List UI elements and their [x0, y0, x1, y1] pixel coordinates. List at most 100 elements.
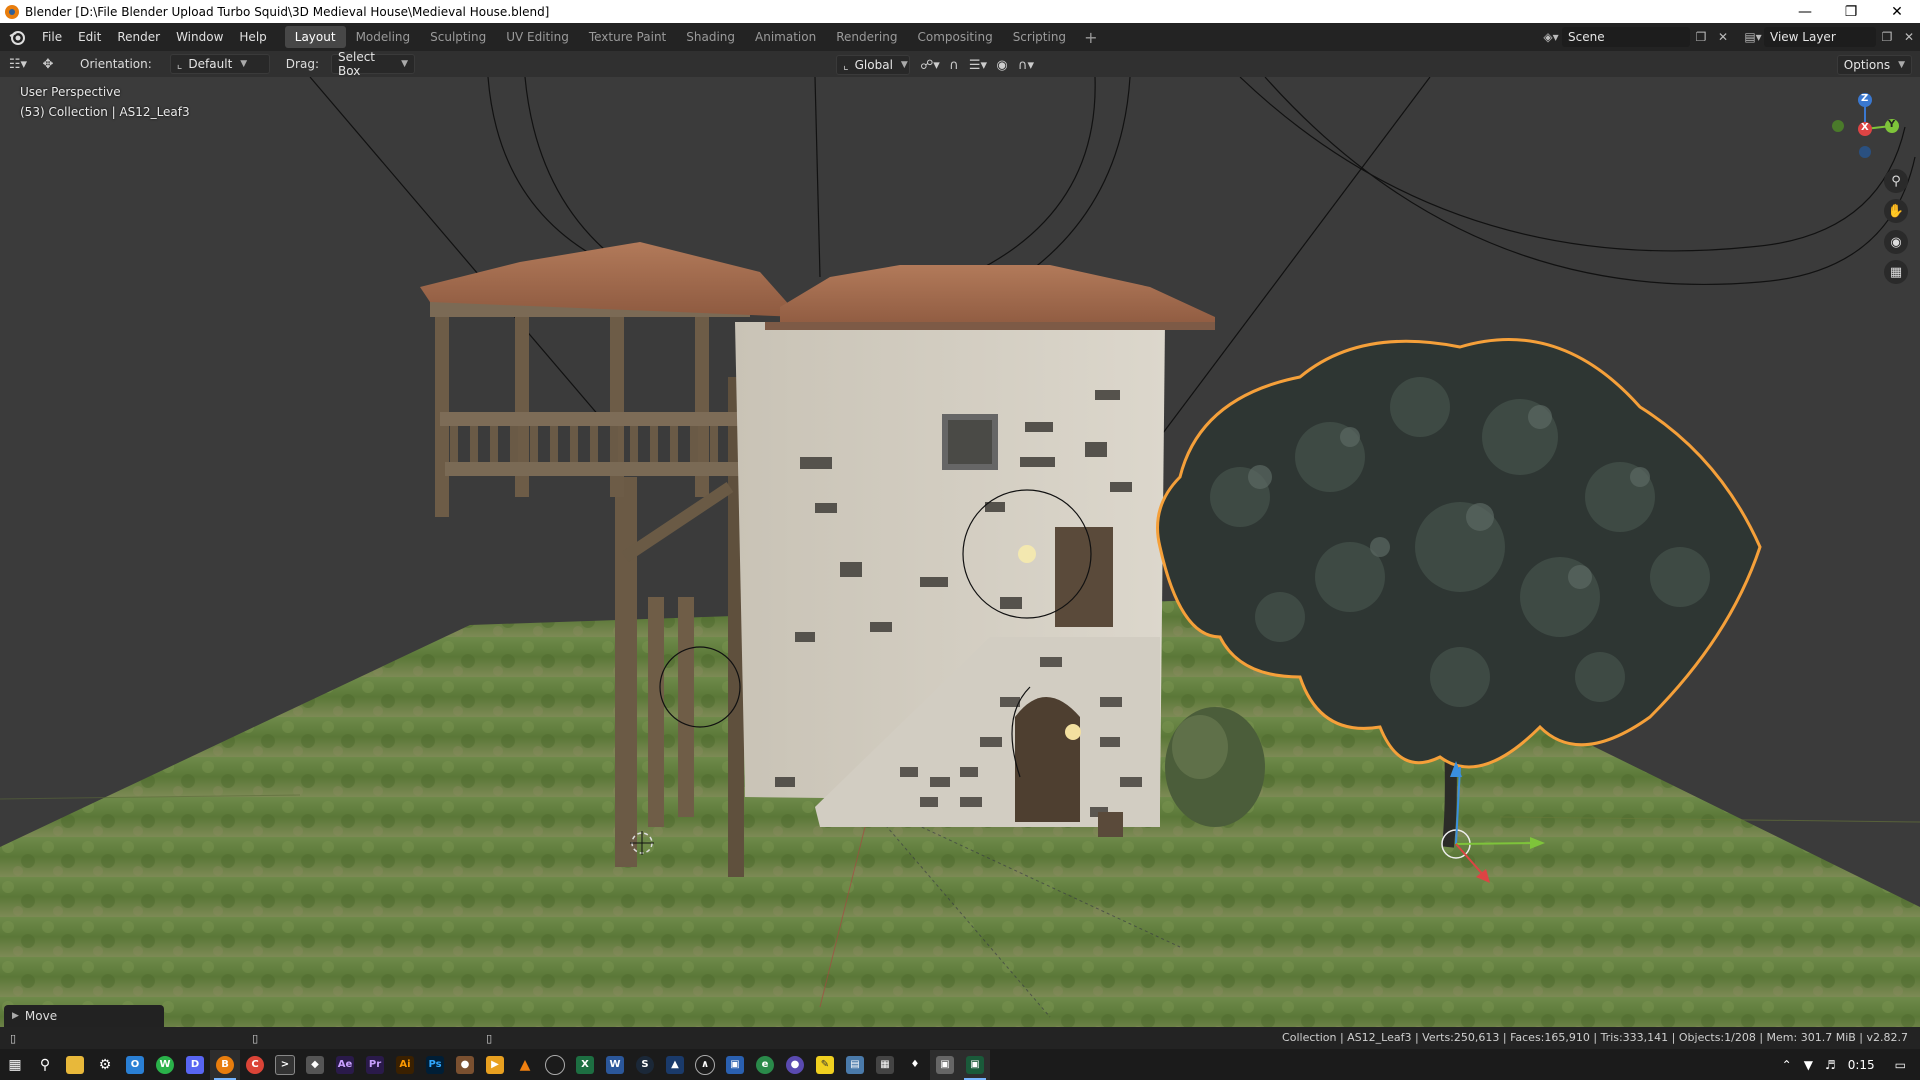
scene-render: [0, 77, 1920, 1027]
blender-logo-icon[interactable]: [8, 28, 26, 46]
chevron-down-icon: ▼: [401, 59, 408, 69]
delete-scene-icon[interactable]: ✕: [1712, 27, 1734, 47]
app-icon[interactable]: ▣: [960, 1049, 990, 1080]
app-icon[interactable]: e: [750, 1050, 780, 1080]
orientation-axis-icon: ⌞: [176, 57, 183, 71]
settings-icon[interactable]: ⚙: [90, 1050, 120, 1080]
blender-taskbar-icon[interactable]: B: [210, 1049, 240, 1080]
viewport-collection-label: (53) Collection | AS12_Leaf3: [20, 105, 190, 119]
premiere-icon[interactable]: Pr: [360, 1050, 390, 1080]
restore-icon[interactable]: ❐: [1828, 0, 1874, 23]
terminal-icon[interactable]: >: [270, 1050, 300, 1080]
scene-type-icon[interactable]: ◈▾: [1540, 27, 1562, 47]
app-icon[interactable]: ▲: [660, 1050, 690, 1080]
navigation-gizmo[interactable]: Z Y X: [1830, 85, 1900, 165]
new-scene-icon[interactable]: ❐: [1690, 27, 1712, 47]
app-icon[interactable]: ♦: [900, 1050, 930, 1080]
menu-file[interactable]: File: [34, 23, 70, 51]
tab-modeling[interactable]: Modeling: [346, 26, 421, 48]
close-icon[interactable]: ✕: [1874, 0, 1920, 23]
camera-icon[interactable]: ◉: [1884, 230, 1908, 254]
app-icon[interactable]: [540, 1050, 570, 1080]
proportional-edit-icon[interactable]: ◉: [990, 56, 1014, 74]
start-icon[interactable]: ▦: [0, 1050, 30, 1080]
tab-compositing[interactable]: Compositing: [907, 26, 1002, 48]
delete-view-layer-icon[interactable]: ✕: [1898, 27, 1920, 47]
search-icon[interactable]: ⚲: [30, 1050, 60, 1080]
app-icon[interactable]: ●: [780, 1050, 810, 1080]
menu-window[interactable]: Window: [168, 23, 231, 51]
editor-type-icon[interactable]: ☷▾: [6, 55, 30, 73]
menu-help[interactable]: Help: [231, 23, 274, 51]
orientation-label: Orientation:: [80, 57, 152, 71]
chrome-icon[interactable]: C: [240, 1050, 270, 1080]
snap-element-icon[interactable]: ☰▾: [966, 56, 990, 74]
whatsapp-icon[interactable]: W: [150, 1050, 180, 1080]
scene-statistics: Collection | AS12_Leaf3 | Verts:250,613 …: [1282, 1031, 1908, 1044]
steam-icon[interactable]: S: [630, 1050, 660, 1080]
last-operator-panel[interactable]: ▶ Move: [4, 1005, 164, 1027]
global-axis-icon: ⌞: [843, 58, 849, 72]
word-icon[interactable]: W: [600, 1050, 630, 1080]
tab-shading[interactable]: Shading: [676, 26, 745, 48]
volume-icon[interactable]: ♬: [1819, 1058, 1842, 1072]
tray-expand-icon[interactable]: ⌃: [1776, 1058, 1798, 1072]
illustrator-icon[interactable]: Ai: [390, 1050, 420, 1080]
falloff-curve-icon[interactable]: ∩▾: [1014, 56, 1038, 74]
tab-animation[interactable]: Animation: [745, 26, 826, 48]
outlook-icon[interactable]: O: [120, 1050, 150, 1080]
snap-magnet-icon[interactable]: ∩: [942, 56, 966, 74]
tab-rendering[interactable]: Rendering: [826, 26, 907, 48]
excel-icon[interactable]: X: [570, 1050, 600, 1080]
options-dropdown[interactable]: Options ▼: [1836, 55, 1912, 75]
minimize-icon[interactable]: —: [1782, 0, 1828, 23]
orientation-dropdown[interactable]: ⌞ Default ▼: [169, 54, 270, 74]
network-icon[interactable]: ▼: [1798, 1058, 1819, 1072]
app-icon[interactable]: ●: [450, 1050, 480, 1080]
app-icon[interactable]: ∧: [690, 1050, 720, 1080]
options-label: Options: [1843, 58, 1891, 72]
scene-name-field[interactable]: Scene: [1562, 27, 1690, 47]
3d-viewport[interactable]: User Perspective (53) Collection | AS12_…: [0, 77, 1920, 1027]
vlc-icon[interactable]: ▲: [510, 1050, 540, 1080]
menu-render[interactable]: Render: [109, 23, 168, 51]
title-bar: Blender [D:\File Blender Upload Turbo Sq…: [0, 0, 1920, 23]
after-effects-icon[interactable]: Ae: [330, 1050, 360, 1080]
window-controls: — ❐ ✕: [1782, 0, 1920, 23]
tab-scripting[interactable]: Scripting: [1003, 26, 1076, 48]
chevron-right-icon: ▶: [12, 1011, 19, 1021]
viewport-header: ☷▾ ✥ Orientation: ⌞ Default ▼ Drag: Sele…: [0, 50, 1920, 78]
discord-icon[interactable]: D: [180, 1050, 210, 1080]
photoshop-icon[interactable]: Ps: [420, 1050, 450, 1080]
transform-orientation-dropdown[interactable]: ⌞ Global ▼: [836, 55, 910, 75]
tab-layout[interactable]: Layout: [284, 26, 346, 48]
mouse-right-icon: ▯: [486, 1031, 493, 1045]
view-layer-field[interactable]: View Layer: [1764, 27, 1876, 47]
move-tool-icon[interactable]: ✥: [36, 55, 60, 73]
calculator-icon[interactable]: ▦: [870, 1050, 900, 1080]
tab-sculpting[interactable]: Sculpting: [420, 26, 496, 48]
transform-controls: ⌞ Global ▼ ☍▾ ∩ ☰▾ ◉ ∩▾: [836, 55, 1038, 75]
perspective-grid-icon[interactable]: ▦: [1884, 260, 1908, 284]
tab-texture-paint[interactable]: Texture Paint: [579, 26, 676, 48]
tab-uv-editing[interactable]: UV Editing: [496, 26, 579, 48]
sticky-notes-icon[interactable]: ✎: [810, 1050, 840, 1080]
app-icon[interactable]: ▣: [720, 1050, 750, 1080]
pan-hand-icon[interactable]: ✋: [1884, 199, 1908, 223]
app-icon[interactable]: ◆: [300, 1050, 330, 1080]
pivot-point-icon[interactable]: ☍▾: [918, 56, 942, 74]
view-layer-icon[interactable]: ▤▾: [1742, 27, 1764, 47]
viewport-perspective-label: User Perspective: [20, 85, 121, 99]
new-view-layer-icon[interactable]: ❐: [1876, 27, 1898, 47]
app-icon[interactable]: ▣: [930, 1049, 960, 1080]
zoom-icon[interactable]: ⚲: [1884, 169, 1908, 193]
clock[interactable]: 0:15: [1842, 1058, 1881, 1072]
files-icon[interactable]: ▤: [840, 1050, 870, 1080]
file-explorer-icon[interactable]: [60, 1050, 90, 1080]
orientation-value: Default: [188, 57, 233, 71]
drag-dropdown[interactable]: Select Box ▼: [330, 50, 415, 78]
notifications-icon[interactable]: ▭: [1881, 1058, 1920, 1072]
media-player-icon[interactable]: ▶: [480, 1050, 510, 1080]
add-workspace-icon[interactable]: +: [1076, 28, 1105, 47]
menu-edit[interactable]: Edit: [70, 23, 109, 51]
